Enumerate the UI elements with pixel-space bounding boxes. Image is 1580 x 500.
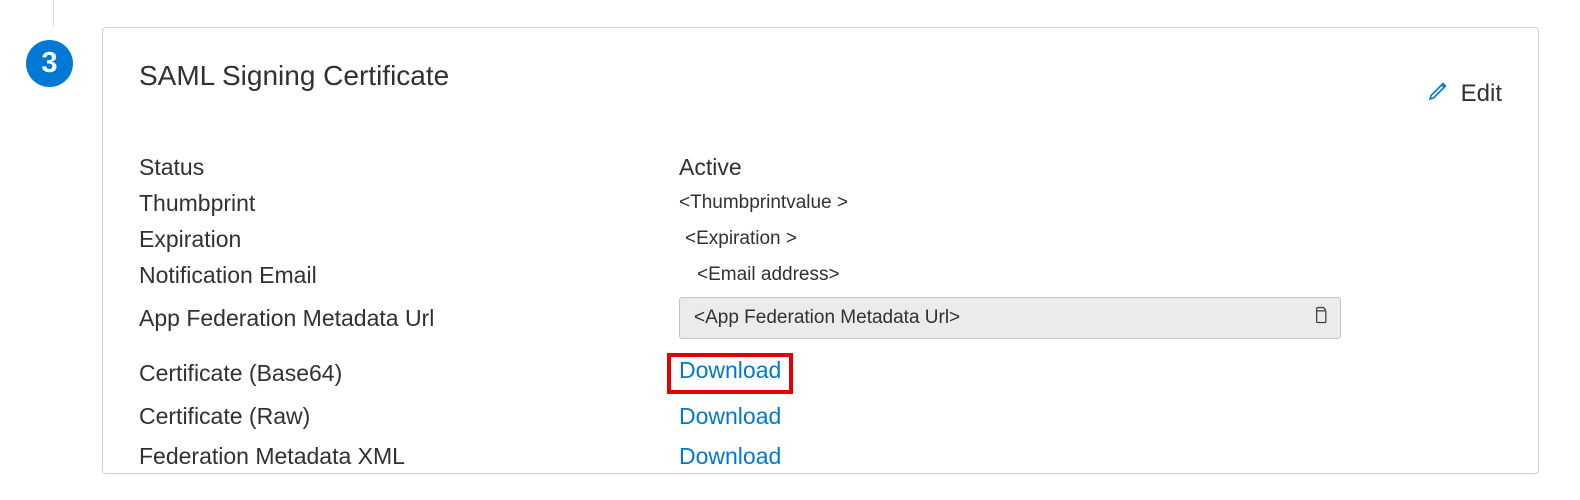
- download-cert-base64-link[interactable]: Download: [679, 357, 781, 383]
- step-number-badge: 3: [26, 40, 73, 87]
- value-thumbprint: <Thumbprintvalue >: [679, 192, 1502, 214]
- download-cert-raw-link[interactable]: Download: [679, 403, 781, 429]
- app-federation-url-value: <App Federation Metadata Url>: [694, 307, 1302, 329]
- value-status: Active: [679, 154, 1502, 181]
- value-expiration: <Expiration >: [679, 228, 1502, 250]
- label-expiration: Expiration: [139, 226, 679, 253]
- label-app-federation-url: App Federation Metadata Url: [139, 305, 679, 332]
- label-status: Status: [139, 154, 679, 181]
- card-title: SAML Signing Certificate: [139, 60, 449, 92]
- row-cert-raw: Certificate (Raw) Download: [139, 398, 1502, 434]
- step-number: 3: [41, 47, 57, 80]
- row-status: Status Active: [139, 149, 1502, 185]
- row-thumbprint: Thumbprint <Thumbprintvalue >: [139, 185, 1502, 221]
- saml-signing-certificate-card: SAML Signing Certificate Edit Status Act…: [102, 27, 1539, 474]
- row-notification-email: Notification Email <Email address>: [139, 257, 1502, 293]
- edit-button[interactable]: Edit: [1427, 60, 1502, 109]
- highlight-cert-base64-download: Download: [667, 353, 793, 394]
- row-app-federation-url: App Federation Metadata Url <App Federat…: [139, 297, 1502, 339]
- row-cert-base64: Certificate (Base64) Download: [139, 353, 1502, 394]
- copy-icon[interactable]: [1310, 304, 1330, 332]
- edit-label: Edit: [1461, 80, 1502, 108]
- pencil-icon: [1427, 78, 1451, 109]
- download-federation-xml-link[interactable]: Download: [679, 443, 781, 469]
- row-expiration: Expiration <Expiration >: [139, 221, 1502, 257]
- app-federation-url-input[interactable]: <App Federation Metadata Url>: [679, 297, 1341, 339]
- label-federation-xml: Federation Metadata XML: [139, 443, 679, 470]
- label-notification-email: Notification Email: [139, 262, 679, 289]
- card-header: SAML Signing Certificate Edit: [139, 60, 1502, 109]
- label-thumbprint: Thumbprint: [139, 190, 679, 217]
- row-federation-xml: Federation Metadata XML Download: [139, 438, 1502, 474]
- step-connector-line: [53, 0, 54, 26]
- fields-list: Status Active Thumbprint <Thumbprintvalu…: [139, 149, 1502, 474]
- label-cert-raw: Certificate (Raw): [139, 403, 679, 430]
- label-cert-base64: Certificate (Base64): [139, 360, 679, 387]
- value-notification-email: <Email address>: [679, 264, 1502, 286]
